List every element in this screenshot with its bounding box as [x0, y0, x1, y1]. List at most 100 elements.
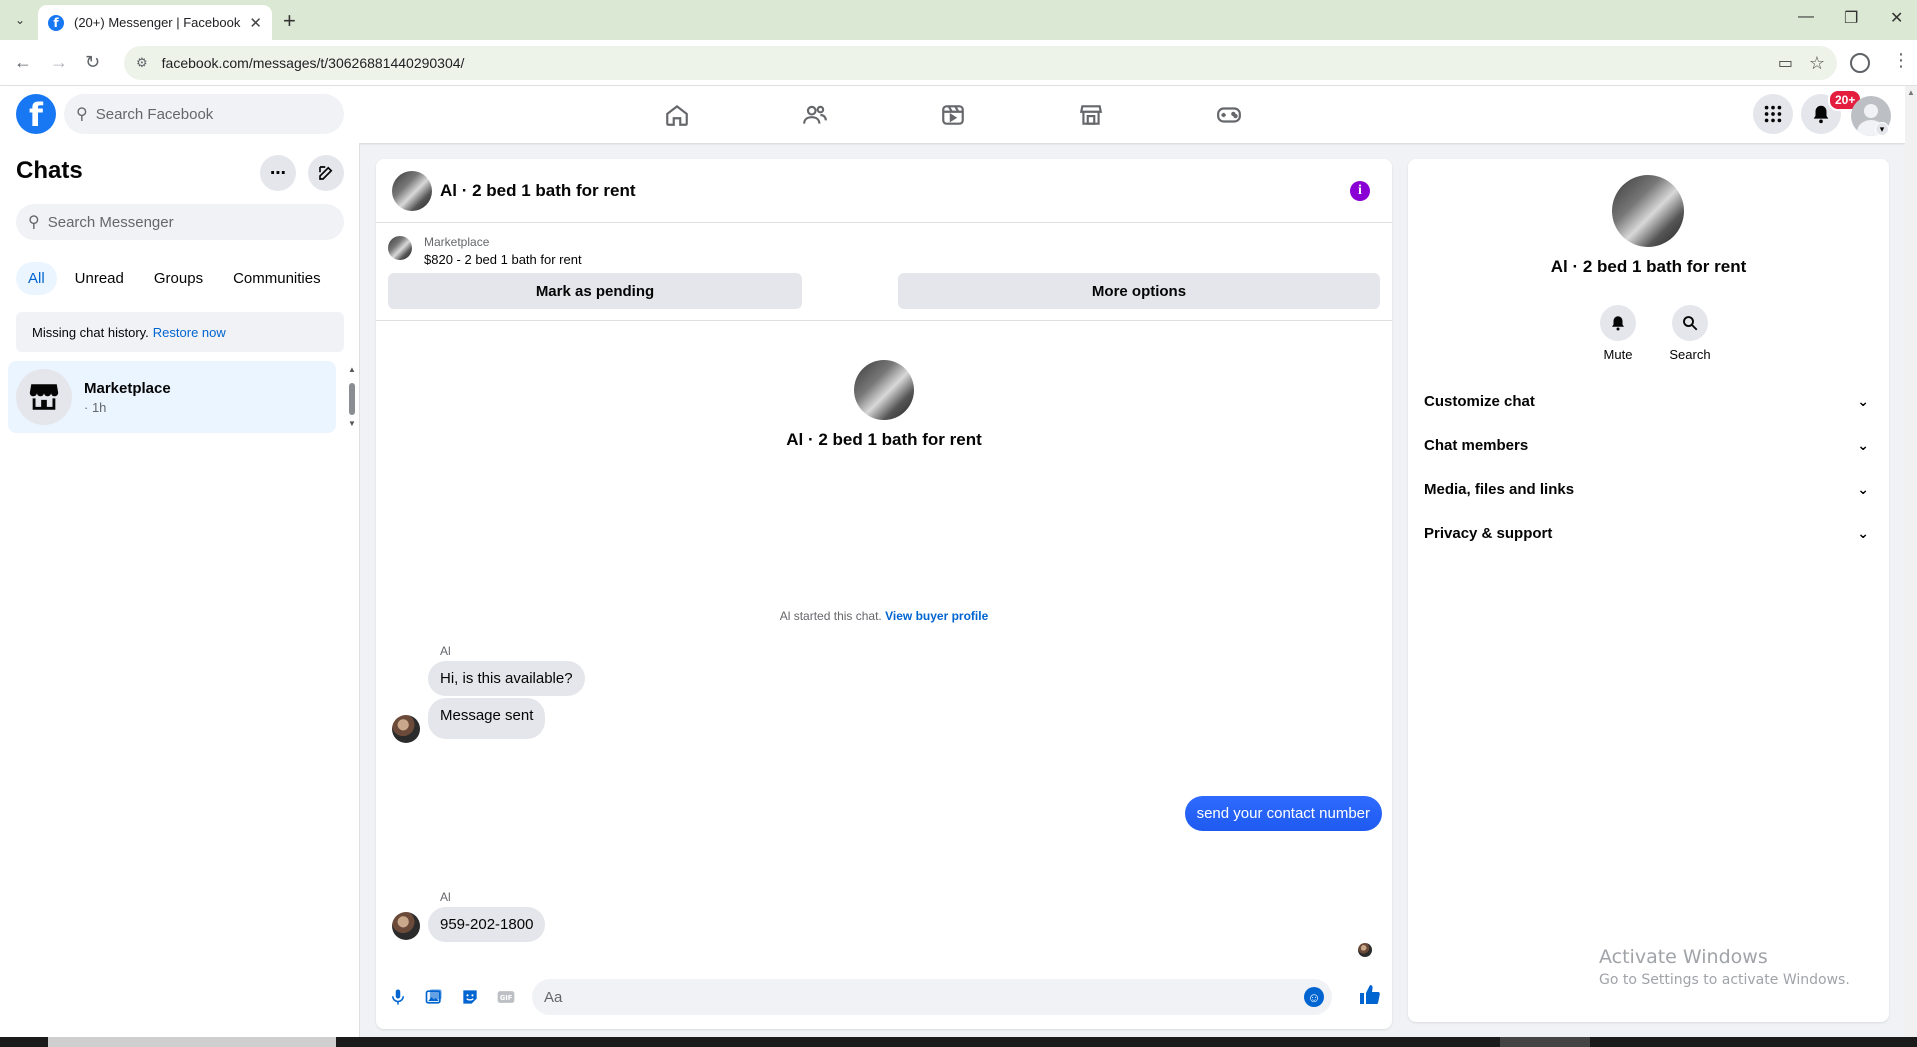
media-files-links-section[interactable]: Media, files and links ⌄: [1424, 467, 1873, 511]
chevron-down-icon: ⌄: [1857, 392, 1869, 409]
info-icon[interactable]: i: [1350, 181, 1370, 201]
message-composer: GIF ☺: [376, 971, 1392, 1023]
facebook-search[interactable]: ⚲: [64, 94, 344, 134]
search-in-conversation-button[interactable]: Search: [1660, 305, 1720, 362]
chat-info-avatar[interactable]: [1612, 175, 1684, 247]
marketplace-listing-banner: Marketplace $820 - 2 bed 1 bath for rent…: [376, 223, 1392, 321]
browser-tab-bar: ⌄ f (20+) Messenger | Facebook ✕ + — ❐ ✕: [0, 0, 1917, 40]
sender-avatar[interactable]: [392, 912, 420, 940]
search-label: Search: [1669, 347, 1711, 362]
sender-avatar[interactable]: [392, 715, 420, 743]
storefront-icon: [16, 369, 72, 425]
outgoing-message-bubble[interactable]: send your contact number: [1184, 796, 1382, 831]
photo-attach-icon[interactable]: [422, 985, 446, 1009]
url-text[interactable]: facebook.com/messages/t/3062688144029030…: [162, 55, 465, 71]
message-input[interactable]: [544, 988, 1284, 1006]
taskbar: [0, 1037, 1917, 1047]
chat-list-item[interactable]: Marketplace · 1h: [8, 361, 336, 433]
conversation-panel: Al · 2 bed 1 bath for rent i Marketplace…: [376, 159, 1392, 1029]
tab-title: (20+) Messenger | Facebook: [74, 15, 241, 30]
filter-unread[interactable]: Unread: [63, 262, 136, 295]
privacy-support-section[interactable]: Privacy & support ⌄: [1424, 511, 1873, 555]
missing-history-notice: Missing chat history. Restore now: [16, 312, 344, 352]
listing-price-title[interactable]: $820 - 2 bed 1 bath for rent: [424, 252, 582, 267]
reload-icon[interactable]: ↻: [85, 52, 100, 73]
window-close-icon[interactable]: ✕: [1890, 8, 1903, 28]
activate-windows-watermark: Activate Windows Go to Settings to activ…: [1599, 946, 1850, 988]
chat-list-scrollbar[interactable]: ▲ ▼: [348, 365, 356, 428]
install-app-icon[interactable]: ▭: [1778, 53, 1793, 73]
chat-filters: All Unread Groups Communities: [16, 262, 333, 295]
filter-all[interactable]: All: [16, 262, 57, 295]
home-icon[interactable]: [662, 100, 692, 130]
close-tab-icon[interactable]: ✕: [249, 14, 262, 32]
view-buyer-profile-link[interactable]: View buyer profile: [885, 609, 988, 623]
mark-as-pending-button[interactable]: Mark as pending: [388, 273, 802, 309]
watermark-line2: Go to Settings to activate Windows.: [1599, 972, 1850, 988]
message-sender: Al: [440, 644, 451, 658]
marketplace-icon[interactable]: [1076, 100, 1106, 130]
browser-menu-icon[interactable]: ⋮: [1892, 50, 1910, 71]
message-input-box[interactable]: ☺: [532, 979, 1332, 1015]
new-message-icon[interactable]: [308, 155, 344, 191]
more-options-button[interactable]: More options: [898, 273, 1380, 309]
message-bubble[interactable]: Hi, is this available?: [428, 661, 585, 696]
site-info-icon[interactable]: ⚙: [136, 55, 148, 71]
mute-button[interactable]: Mute: [1588, 305, 1648, 362]
filter-communities[interactable]: Communities: [221, 262, 333, 295]
started-text: Al started this chat.: [779, 609, 882, 623]
thumbs-up-icon[interactable]: [1358, 983, 1382, 1007]
section-label: Customize chat: [1424, 392, 1535, 410]
search-icon: ⚲: [76, 106, 88, 123]
url-bar[interactable]: ⚙ facebook.com/messages/t/30626881440290…: [124, 46, 1837, 80]
facebook-search-input[interactable]: [95, 105, 316, 123]
bookmark-star-icon[interactable]: ☆: [1809, 53, 1825, 74]
browser-profile-icon[interactable]: [1850, 53, 1870, 73]
watermark-line1: Activate Windows: [1599, 946, 1768, 968]
friends-icon[interactable]: [800, 100, 830, 130]
chat-members-section[interactable]: Chat members ⌄: [1424, 423, 1873, 467]
gaming-icon[interactable]: [1214, 100, 1244, 130]
emoji-icon[interactable]: ☺: [1304, 987, 1324, 1007]
messenger-search[interactable]: ⚲: [16, 204, 344, 240]
message-bubble[interactable]: 959-202-1800: [428, 907, 546, 942]
missing-history-text: Missing chat history.: [32, 324, 149, 340]
chats-panel: Chats ⋯ ⚲ All Unread Groups Communities …: [0, 143, 360, 1037]
chats-title: Chats: [16, 157, 83, 184]
chat-started-notice: Al started this chat. View buyer profile: [376, 609, 1392, 623]
section-label: Privacy & support: [1424, 524, 1553, 542]
sticker-icon[interactable]: [458, 985, 482, 1009]
customize-chat-section[interactable]: Customize chat ⌄: [1424, 379, 1873, 423]
chevron-down-icon: ⌄: [1857, 436, 1869, 453]
restore-now-link[interactable]: Restore now: [153, 325, 226, 340]
message-bubble[interactable]: Message sent: [428, 698, 546, 739]
back-arrow-icon[interactable]: ←: [14, 52, 32, 73]
new-tab-button[interactable]: +: [283, 8, 296, 34]
chat-info-panel: Al · 2 bed 1 bath for rent Mute Search C…: [1408, 159, 1889, 1022]
mute-label: Mute: [1603, 347, 1633, 362]
section-label: Chat members: [1424, 436, 1529, 454]
forward-arrow-icon[interactable]: →: [50, 52, 68, 73]
video-icon[interactable]: [938, 100, 968, 130]
chat-options-icon[interactable]: ⋯: [260, 155, 296, 191]
marketplace-label: Marketplace: [424, 235, 490, 249]
microphone-icon[interactable]: [386, 985, 410, 1009]
page-scrollbar[interactable]: ▲: [1905, 86, 1917, 1037]
conversation-title[interactable]: Al · 2 bed 1 bath for rent: [440, 181, 636, 201]
listing-thumbnail[interactable]: [388, 236, 412, 260]
conversation-avatar[interactable]: [392, 171, 432, 211]
account-chevron-icon[interactable]: ▾: [1875, 122, 1889, 136]
intro-avatar: [854, 360, 914, 420]
messenger-search-input[interactable]: [47, 213, 318, 231]
filter-groups[interactable]: Groups: [142, 262, 215, 295]
gif-icon[interactable]: GIF: [494, 985, 518, 1009]
facebook-logo-icon[interactable]: f: [16, 94, 56, 134]
chevron-down-icon: ⌄: [1857, 480, 1869, 497]
minimize-icon[interactable]: —: [1798, 8, 1814, 26]
chat-info-name: Al · 2 bed 1 bath for rent: [1550, 257, 1747, 276]
tab-search-chevron-icon[interactable]: ⌄: [8, 9, 32, 31]
browser-tab[interactable]: f (20+) Messenger | Facebook ✕: [38, 5, 272, 40]
menu-grid-icon[interactable]: [1753, 94, 1793, 134]
restore-icon[interactable]: ❐: [1844, 8, 1858, 28]
intro-title: Al · 2 bed 1 bath for rent: [786, 430, 982, 449]
